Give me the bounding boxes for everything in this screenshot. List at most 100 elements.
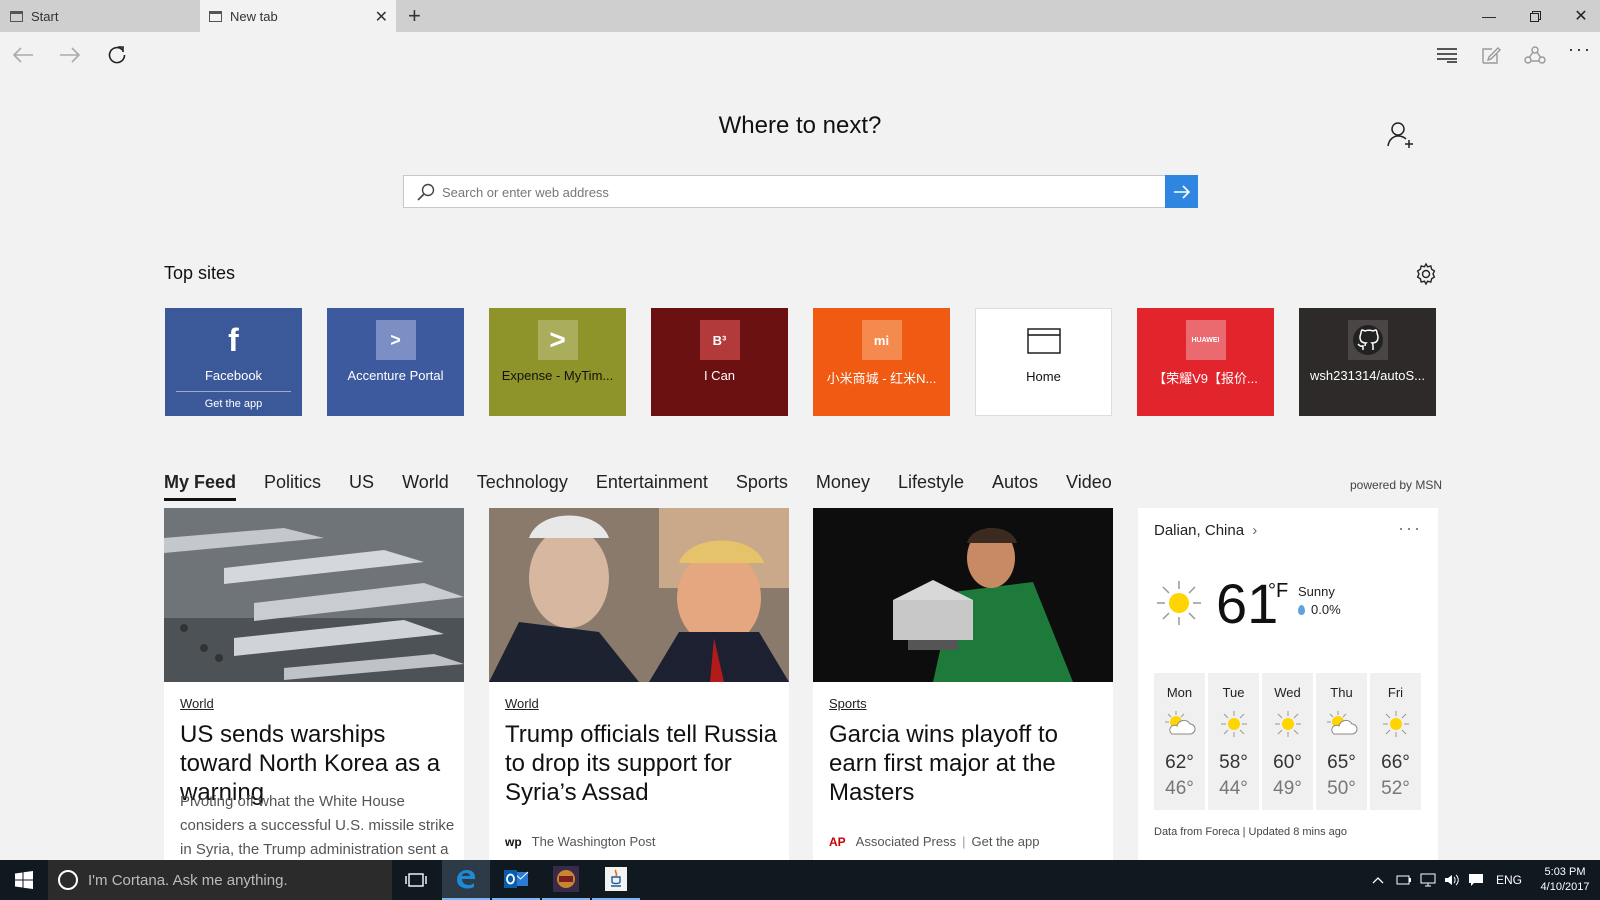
day-name: Thu — [1330, 685, 1353, 700]
weather-location[interactable]: Dalian, China › — [1154, 522, 1257, 539]
news-image-warships — [164, 508, 464, 682]
top-site-accenture[interactable]: > Accenture Portal — [327, 308, 464, 416]
top-site-facebook[interactable]: f Facebook Get the app — [165, 308, 302, 416]
tile-label: Accenture Portal — [347, 368, 444, 383]
feed-tab-money[interactable]: Money — [816, 472, 870, 501]
search-input[interactable] — [442, 182, 1142, 202]
taskbar-clock[interactable]: 5:03 PM 4/10/2017 — [1530, 865, 1600, 895]
sun-icon — [1274, 710, 1302, 738]
tray-volume[interactable] — [1444, 860, 1460, 900]
forecast-day[interactable]: Mon 62° 46° — [1154, 673, 1205, 810]
tab-strip: Start New tab ✕ + — ✕ — [0, 0, 1600, 32]
forecast-day[interactable]: Tue 58° 44° — [1208, 673, 1259, 810]
top-site-huawei[interactable]: HUAWEI 【荣耀V9【报价... — [1137, 308, 1274, 416]
temperature-unit[interactable]: °F — [1268, 580, 1288, 603]
news-card[interactable]: World Trump officials tell Russia to dro… — [489, 508, 789, 860]
low-temp: 50° — [1327, 778, 1356, 799]
refresh-button[interactable] — [102, 40, 132, 70]
web-note-button[interactable] — [1476, 40, 1506, 70]
share-button[interactable] — [1520, 40, 1550, 70]
low-temp: 44° — [1219, 778, 1248, 799]
cortana-text: I'm Cortana. Ask me anything. — [88, 871, 288, 889]
tab-start[interactable]: Start — [0, 0, 200, 32]
feed-tab-us[interactable]: US — [349, 472, 374, 501]
go-button[interactable] — [1165, 175, 1198, 208]
taskbar-game-app[interactable] — [542, 860, 590, 900]
windows-logo-icon — [15, 871, 33, 889]
feed-tab-entertainment[interactable]: Entertainment — [596, 472, 708, 501]
start-button[interactable] — [0, 860, 48, 900]
restore-button[interactable] — [1512, 0, 1558, 32]
card-category[interactable]: World — [180, 696, 214, 711]
show-hidden-icons[interactable] — [1372, 860, 1384, 900]
tile-label: 小米商城 - 红米N... — [826, 371, 937, 386]
add-user-button[interactable] — [1386, 120, 1416, 150]
page-heading: Where to next? — [718, 112, 882, 139]
card-category[interactable]: World — [505, 696, 539, 711]
notification-icon — [1469, 874, 1483, 886]
taskbar-outlook[interactable] — [492, 860, 540, 900]
feed-tab-lifestyle[interactable]: Lifestyle — [898, 472, 964, 501]
back-arrow-icon — [12, 47, 33, 63]
new-tab-button[interactable]: + — [408, 3, 421, 29]
feed-tab-autos[interactable]: Autos — [992, 472, 1038, 501]
forward-button[interactable] — [55, 40, 85, 70]
forward-arrow-icon — [60, 47, 81, 63]
get-app-link[interactable]: Get the app — [176, 391, 291, 410]
cortana-search[interactable]: I'm Cortana. Ask me anything. — [48, 860, 392, 900]
low-temp: 52° — [1381, 778, 1410, 799]
sun-icon — [1220, 710, 1248, 738]
back-button[interactable] — [8, 40, 38, 70]
feed-tab-my-feed[interactable]: My Feed — [164, 472, 237, 501]
expense-icon: > — [537, 320, 578, 360]
top-site-xiaomi[interactable]: mi 小米商城 - 红米N... — [813, 308, 950, 416]
tab-new-tab[interactable]: New tab ✕ — [200, 0, 396, 32]
taskbar-java-app[interactable] — [592, 860, 640, 900]
close-tab-icon[interactable]: ✕ — [375, 7, 388, 27]
washington-post-logo: wp — [505, 834, 522, 849]
gear-icon[interactable] — [1414, 262, 1438, 286]
input-language[interactable]: ENG — [1496, 860, 1522, 900]
tray-network[interactable] — [1420, 860, 1436, 900]
top-site-home[interactable]: Home — [975, 308, 1112, 416]
top-site-i-can[interactable]: B³ I Can — [651, 308, 788, 416]
news-card[interactable]: Sports Garcia wins playoff to earn first… — [813, 508, 1113, 860]
tab-label: Start — [31, 8, 59, 24]
clock-time: 5:03 PM — [1544, 866, 1586, 878]
top-site-github[interactable]: wsh231314/autoS... — [1299, 308, 1436, 416]
feed-tab-sports[interactable]: Sports — [736, 472, 788, 501]
tray-action-center[interactable] — [1468, 860, 1484, 900]
partly-cloudy-icon — [1326, 710, 1358, 738]
top-site-expense[interactable]: > Expense - MyTim... — [489, 308, 626, 416]
tile-label: Facebook — [204, 368, 263, 383]
forecast-day[interactable]: Wed 60° 49° — [1262, 673, 1313, 810]
card-headline[interactable]: Garcia wins playoff to earn first major … — [829, 720, 1109, 807]
facebook-icon: f — [228, 321, 239, 358]
hub-button[interactable] — [1432, 40, 1462, 70]
feed-tab-technology[interactable]: Technology — [477, 472, 568, 501]
feed-tab-video[interactable]: Video — [1066, 472, 1112, 501]
forecast-day[interactable]: Fri 66° 52° — [1370, 673, 1421, 810]
task-view-button[interactable] — [392, 860, 440, 900]
precipitation: 0.0% — [1298, 602, 1341, 617]
card-headline[interactable]: Trump officials tell Russia to drop its … — [505, 720, 785, 807]
associated-press-logo: AP — [829, 834, 846, 849]
card-source[interactable]: wp The Washington Post — [505, 834, 655, 849]
card-source[interactable]: AP Associated Press | Get the app — [829, 834, 1039, 849]
card-category[interactable]: Sports — [829, 696, 867, 711]
precipitation-value: 0.0% — [1311, 602, 1341, 617]
more-options-button[interactable]: ··· — [1565, 34, 1595, 64]
tray-power[interactable] — [1396, 860, 1412, 900]
news-card[interactable]: World US sends warships toward North Kor… — [164, 508, 464, 860]
feed-tab-world[interactable]: World — [402, 472, 449, 501]
close-window-button[interactable]: ✕ — [1558, 0, 1600, 32]
search-icon — [416, 182, 436, 207]
more-options-icon[interactable]: ··· — [1398, 518, 1422, 539]
feed-tab-politics[interactable]: Politics — [264, 472, 321, 501]
refresh-icon — [108, 46, 126, 64]
minimize-button[interactable]: — — [1466, 0, 1512, 32]
github-icon — [1347, 320, 1388, 360]
taskbar-edge[interactable] — [442, 860, 490, 900]
forecast-day[interactable]: Thu 65° 50° — [1316, 673, 1367, 810]
get-app-link[interactable]: Get the app — [972, 834, 1040, 849]
